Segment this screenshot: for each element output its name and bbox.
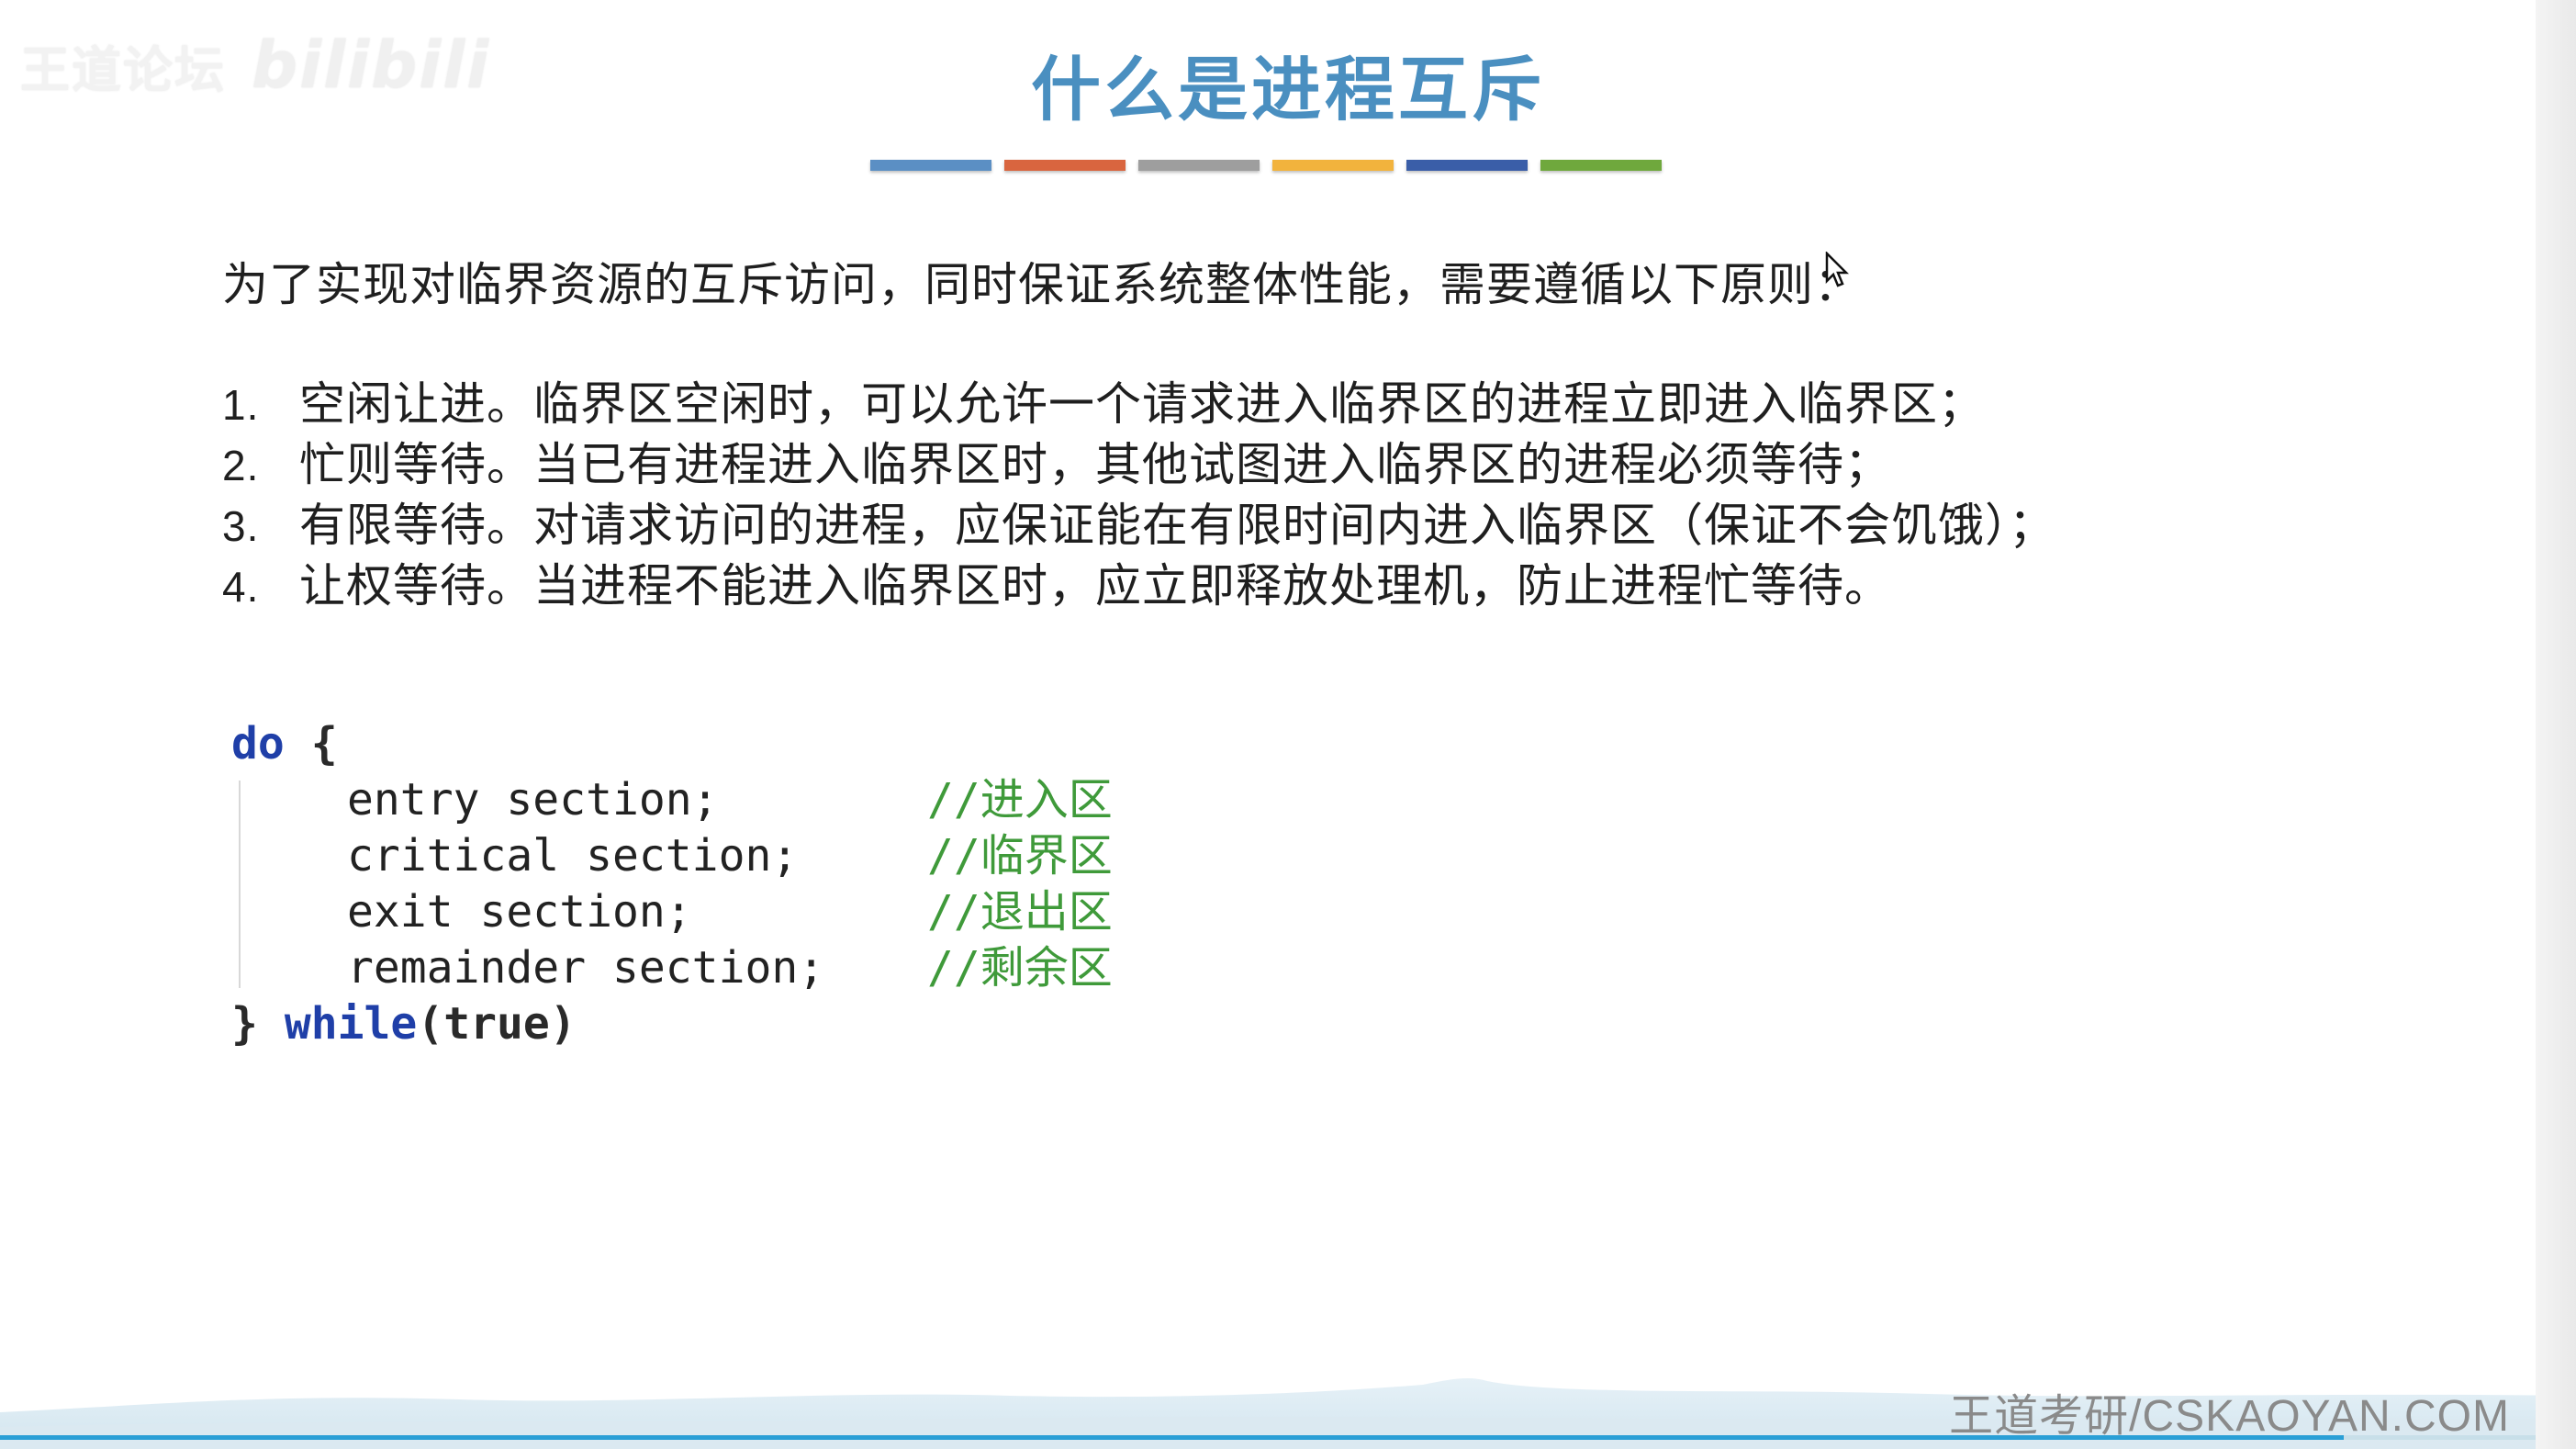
- color-bar-segment: [1406, 160, 1528, 171]
- principle-number: 2.: [222, 442, 260, 489]
- principles-list: 1. 空闲让进。临界区空闲时，可以允许一个请求进入临界区的进程立即进入临界区； …: [222, 367, 2055, 612]
- principle-text: 忙则等待。当已有进程进入临界区时，其他试图进入临界区的进程必须等待；: [299, 438, 1891, 491]
- principle-text: 空闲让进。临界区空闲时，可以允许一个请求进入临界区的进程立即进入临界区；: [299, 377, 1985, 431]
- code-statement: critical section;: [347, 830, 799, 882]
- principle-item: 3. 有限等待。对请求访问的进程，应保证能在有限时间内进入临界区（保证不会饥饿）…: [222, 489, 2055, 552]
- code-comment: //剩余区: [927, 942, 1113, 994]
- color-bar-segment: [1138, 160, 1260, 171]
- code-line-open: do {: [231, 716, 1113, 772]
- intro-text: 为了实现对临界资源的互斥访问，同时保证系统整体性能，需要遵循以下原则：: [222, 258, 1861, 311]
- right-edge-shadow: [2536, 0, 2576, 1449]
- code-statement: exit section;: [347, 886, 692, 938]
- while-condition: (true): [417, 998, 577, 1050]
- close-brace: }: [231, 998, 258, 1050]
- code-line-close: } while(true): [231, 996, 1113, 1052]
- code-comment: //临界区: [927, 830, 1113, 882]
- principle-item: 1. 空闲让进。临界区空闲时，可以允许一个请求进入临界区的进程立即进入临界区；: [222, 367, 2055, 431]
- slide-title: 什么是进程互斥: [1031, 49, 1545, 130]
- code-comment: //进入区: [927, 774, 1113, 826]
- code-line: critical section; //临界区: [231, 828, 1113, 884]
- principle-item: 4. 让权等待。当进程不能进入临界区时，应立即释放处理机，防止进程忙等待。: [222, 549, 2055, 612]
- slide: 王道论坛 bilibili 什么是进程互斥 为了实现对临界资源的互斥访问，同时保…: [0, 0, 2576, 1449]
- color-bar-segment: [1004, 160, 1126, 171]
- color-bar-segment: [1272, 160, 1394, 171]
- principle-number: 1.: [222, 381, 260, 429]
- code-block: do { entry section; //进入区 critical sectio…: [231, 716, 1113, 1052]
- color-bar-segment: [870, 160, 991, 171]
- code-statement: entry section;: [347, 774, 719, 826]
- code-comment: //退出区: [927, 886, 1113, 938]
- color-bar-segment: [1540, 160, 1662, 171]
- open-brace: {: [310, 718, 338, 769]
- principle-item: 2. 忙则等待。当已有进程进入临界区时，其他试图进入临界区的进程必须等待；: [222, 428, 2055, 491]
- keyword-do: do: [231, 718, 285, 769]
- principle-text: 让权等待。当进程不能进入临界区时，应立即释放处理机，防止进程忙等待。: [299, 559, 1891, 612]
- title-color-bar: [870, 160, 1662, 171]
- video-progress-bar[interactable]: [0, 1435, 2345, 1440]
- principle-text: 有限等待。对请求访问的进程，应保证能在有限时间内进入临界区（保证不会饥饿）；: [299, 499, 2055, 552]
- code-line: exit section; //退出区: [231, 884, 1113, 940]
- code-line: remainder section; //剩余区: [231, 940, 1113, 996]
- code-statement: remainder section;: [347, 942, 825, 994]
- keyword-while: while: [284, 998, 418, 1050]
- footer-brand: 王道考研/CSKAOYAN.COM: [1949, 1392, 2510, 1441]
- principle-number: 4.: [222, 563, 260, 611]
- code-line: entry section; //进入区: [231, 772, 1113, 828]
- principle-number: 3.: [222, 502, 260, 550]
